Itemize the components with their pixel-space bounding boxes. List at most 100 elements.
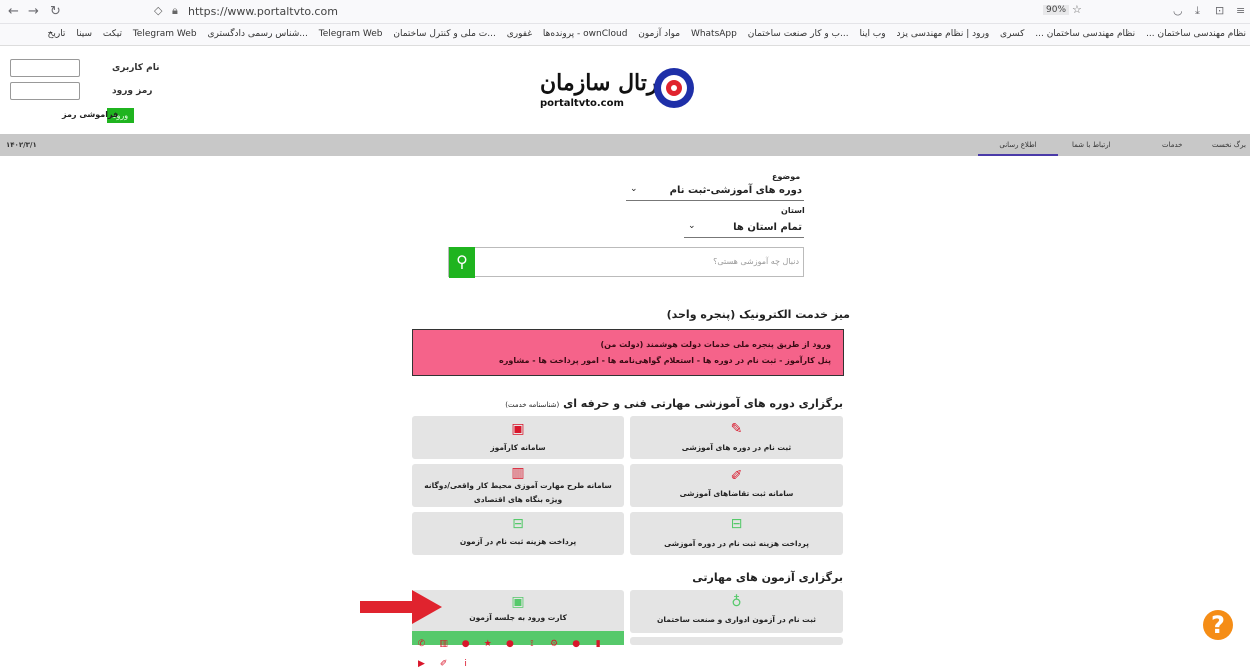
back-icon[interactable]: ← — [8, 4, 19, 19]
pocket-icon[interactable]: ◡ — [1173, 4, 1183, 17]
periodic-exam-card[interactable]: ♁ ثبت نام در آزمون ادواری و صنعت ساختمان — [630, 590, 843, 633]
phone-icon[interactable]: ✆ — [414, 637, 429, 651]
network-icon[interactable]: ⟟ — [524, 637, 539, 651]
bookmark-item[interactable]: ownCloud - پرونده‌ها — [543, 29, 628, 39]
edit-icon: ✎ — [730, 421, 743, 437]
bookmark-item[interactable]: کسری — [1000, 29, 1024, 39]
bookmark-item[interactable]: Telegram Web — [319, 29, 383, 39]
lock-icon: 🔒︎ — [172, 4, 178, 17]
browser-toolbar: ← → ↻ ◇ 🔒︎ https://www.portaltvto.com 90… — [0, 0, 1250, 24]
search-icon: ⚲ — [456, 252, 468, 271]
nav-item-news[interactable]: اطلاع رسانی — [978, 134, 1058, 156]
document-icon[interactable]: ▮ — [591, 637, 606, 651]
award-icon: ♁ — [731, 594, 742, 610]
building-icon[interactable]: ▥ — [436, 637, 451, 651]
training-requests-card[interactable]: ✐ سامانه ثبت تقاضاهای آموزشی — [630, 464, 843, 507]
extensions-icon[interactable]: ⊡ — [1215, 4, 1224, 17]
chevron-down-icon: ⌄ — [630, 184, 638, 194]
url-text: https://www.portaltvto.com — [188, 5, 338, 18]
egov-line2: پنل کارآموز - ثبت نام در دوره ها - استعل… — [499, 356, 831, 365]
trainee-system-card[interactable]: ▣ سامانه کارآموز — [412, 416, 624, 459]
exams-title: برگزاری آزمون های مهارتی — [692, 571, 843, 584]
chevron-down-icon: ⌄ — [688, 221, 696, 231]
globe-icon[interactable]: ● — [458, 637, 473, 651]
video-icon[interactable]: ▶ — [414, 657, 429, 671]
forward-icon[interactable]: → — [28, 4, 39, 19]
bookmark-item[interactable]: Telegram Web — [133, 29, 197, 39]
courses-title: برگزاری دوره های آموزشی مهارتی فنی و حرف… — [505, 397, 843, 410]
exam-payment-card[interactable]: ⊟ پرداخت هزینه ثبت نام در آزمون — [412, 512, 624, 555]
card-label-line1: سامانه طرح مهارت آموزی محیط کار واقعی/دو… — [424, 481, 612, 490]
bookmark-item[interactable]: وب اینا — [859, 29, 885, 39]
bookmark-item[interactable]: ورود | نظام مهندسی یزد — [897, 29, 990, 39]
forgot-password-link[interactable]: فراموشی رمز — [62, 110, 118, 119]
card-label-line2: ویژه بنگاه های اقتصادی — [473, 495, 563, 504]
bookmark-item[interactable]: تیکت — [103, 29, 122, 39]
pin-icon[interactable]: ● — [502, 637, 517, 651]
info-circle-icon[interactable]: ● — [569, 637, 584, 651]
courses-title-suffix: (شناسنامه خدمت) — [505, 401, 560, 409]
help-button[interactable]: ? — [1203, 610, 1233, 640]
username-input[interactable] — [10, 59, 80, 77]
card-label: کارت ورود به جلسه آزمون — [469, 613, 567, 622]
id-card-icon: ▣ — [511, 421, 525, 437]
courses-title-text: برگزاری دوره های آموزشی مهارتی فنی و حرف… — [563, 397, 843, 410]
bookmark-item[interactable]: سینا — [76, 29, 92, 39]
search-box[interactable]: ⚲ دنبال چه آموزشی هستی؟ — [448, 247, 804, 278]
floating-toolbar: ✆ ▥ ● ★ ● ⟟ ⚙ ● ▮ ▶ ✐ i — [412, 631, 624, 669]
shield-icon: ◇ — [154, 4, 163, 17]
download-icon[interactable]: ⤓ — [1195, 4, 1200, 18]
egov-title: میز خدمت الکترونیک (پنجره واحد) — [666, 308, 850, 321]
search-input[interactable]: دنبال چه آموزشی هستی؟ — [713, 257, 799, 266]
reload-icon[interactable]: ↻ — [50, 4, 61, 19]
card-label: سامانه کارآموز — [490, 443, 546, 452]
money-icon: ⊟ — [512, 516, 524, 532]
red-arrow-icon — [360, 590, 442, 624]
password-input[interactable] — [10, 82, 80, 100]
egov-banner[interactable]: ورود از طریق پنجره ملی خدمات دولت هوشمند… — [412, 329, 844, 376]
bookmark-item[interactable]: ...ب و کار صنعت ساختمان — [748, 29, 849, 39]
topic-select[interactable]: دوره های آموزشی-ثبت نام ⌄ — [626, 181, 804, 201]
star-icon[interactable]: ☆ — [1072, 3, 1082, 16]
province-label: استان — [781, 206, 805, 215]
bookmark-item[interactable]: ...شناس رسمی دادگستری — [207, 29, 307, 39]
card-label: پرداخت هزینه ثبت نام در دوره آموزشی — [664, 539, 809, 548]
username-label: نام کاربری — [112, 63, 160, 73]
main-navbar: ۱۴۰۲/۳/۱ برگ نخست خدمات ارتباط با شما اط… — [0, 134, 1250, 156]
bookmark-item[interactable]: تاریخ — [48, 29, 66, 39]
card-label: سامانه ثبت تقاضاهای آموزشی — [679, 489, 794, 498]
date-display: ۱۴۰۲/۳/۱ — [6, 141, 37, 149]
topic-value: دوره های آموزشی-ثبت نام — [669, 185, 802, 196]
nav-item-contact[interactable]: ارتباط با شما — [1072, 141, 1111, 149]
course-registration-card[interactable]: ✎ ثبت نام در دوره های آموزشی — [630, 416, 843, 459]
site-logo[interactable]: پورتال سازمان portaltvto.com — [540, 64, 720, 118]
bookmark-item[interactable]: ...ت ملی و کنترل ساختمان — [393, 29, 496, 39]
gear-icon[interactable]: ⚙ — [547, 637, 562, 651]
card-label: پرداخت هزینه ثبت نام در آزمون — [459, 537, 577, 546]
card-label: ثبت نام در دوره های آموزشی — [681, 443, 792, 452]
nav-item-home[interactable]: برگ نخست — [1212, 141, 1246, 149]
egov-line1: ورود از طریق پنجره ملی خدمات دولت هوشمند… — [600, 340, 831, 349]
menu-icon[interactable]: ≡ — [1236, 4, 1245, 17]
province-select[interactable]: تمام استان ها ⌄ — [684, 218, 804, 238]
course-payment-card[interactable]: ⊟ پرداخت هزینه ثبت نام در دوره آموزشی — [630, 512, 843, 555]
bookmark-item[interactable]: نظام مهندسی ساختمان ... — [1035, 29, 1135, 39]
bookmark-item[interactable]: غفوری — [507, 29, 532, 39]
next-card-partial[interactable] — [630, 637, 843, 645]
star-icon[interactable]: ★ — [480, 637, 495, 651]
logo-domain: portaltvto.com — [540, 98, 624, 109]
zoom-level[interactable]: 90% — [1043, 5, 1070, 15]
info-icon[interactable]: i — [458, 657, 473, 671]
topic-label: موضوع — [772, 172, 801, 181]
address-bar[interactable]: ◇ 🔒︎ https://www.portaltvto.com 90% ☆ — [150, 3, 1082, 21]
bookmark-item[interactable]: نظام مهندسی ساختمان ... — [1146, 29, 1246, 39]
nav-item-services[interactable]: خدمات — [1162, 141, 1182, 149]
dual-training-card[interactable]: ▥ سامانه طرح مهارت آموزی محیط کار واقعی/… — [412, 464, 624, 507]
password-label: رمز ورود — [112, 86, 153, 96]
pen-icon[interactable]: ✐ — [436, 657, 451, 671]
province-value: تمام استان ها — [733, 222, 802, 233]
bookmark-item[interactable]: مواد آزمون — [638, 29, 680, 39]
search-button[interactable]: ⚲ — [449, 247, 475, 278]
money-icon: ⊟ — [730, 516, 743, 532]
bookmark-item[interactable]: WhatsApp — [691, 29, 737, 39]
